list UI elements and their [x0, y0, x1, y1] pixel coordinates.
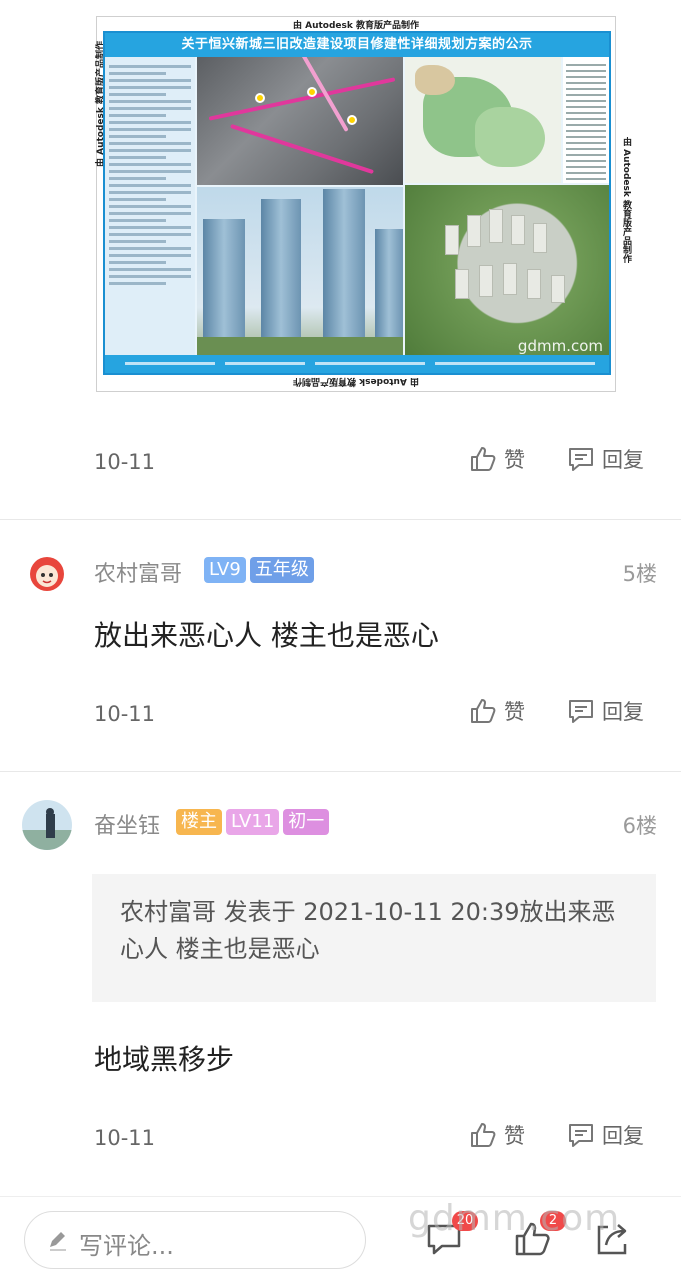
thumbs-up-icon — [471, 699, 496, 723]
thumbs-up-icon — [471, 447, 496, 471]
poster-title: 关于恒兴新城三旧改造建设项目修建性详细规划方案的公示 — [105, 33, 609, 57]
pencil-icon — [50, 1232, 66, 1251]
comment-header: 农村富哥 LV9 五年级 5楼 — [0, 546, 681, 606]
comment-content: 放出来恶心人 楼主也是恶心 — [94, 619, 439, 652]
reply-label: 回复 — [602, 448, 644, 472]
comment-icon — [569, 1124, 593, 1147]
poster-tower-rendering — [197, 187, 403, 359]
level-badge: LV9 — [204, 557, 246, 583]
poster-site-plan — [405, 57, 561, 183]
floor-number: 5楼 — [622, 562, 657, 586]
comment-icon — [569, 448, 593, 471]
like-button[interactable]: 赞 — [468, 444, 525, 474]
avatar[interactable] — [22, 800, 72, 850]
poster-content: 关于恒兴新城三旧改造建设项目修建性详细规划方案的公示 gdmm.com — [103, 31, 611, 375]
comment-date: 10-11 — [94, 1126, 156, 1150]
avatar[interactable] — [22, 548, 72, 598]
poster-footer — [105, 355, 609, 373]
divider — [0, 771, 681, 772]
divider — [0, 519, 681, 520]
reply-label: 回复 — [602, 700, 644, 724]
like-button[interactable]: 赞 — [468, 696, 525, 726]
like-label: 赞 — [504, 1124, 525, 1148]
reply-button[interactable]: 回复 — [566, 444, 644, 474]
like-label: 赞 — [504, 700, 525, 724]
poster-ad-text-right: 由 Autodesk 教育版产品制作 — [621, 137, 631, 264]
poster-location-map — [197, 57, 403, 185]
comment-input[interactable]: 写评论... — [24, 1211, 366, 1269]
username[interactable]: 奋坐钰 — [94, 808, 160, 840]
comment-header: 奋坐钰 楼主 LV11 初一 6楼 — [0, 798, 681, 858]
user-badges: 楼主 LV11 初一 — [176, 809, 330, 835]
quoted-reply[interactable]: 农村富哥 发表于 2021-10-11 20:39放出来恶心人 楼主也是恶心 — [92, 874, 656, 1002]
grade-badge: 初一 — [283, 809, 330, 835]
comment-icon — [569, 700, 593, 723]
comment-meta-row: 10-11 赞 回复 — [0, 684, 681, 744]
username[interactable]: 农村富哥 — [94, 556, 182, 588]
poster-ad-text-bottom: 由 Autodesk 教育版产品制作 — [293, 376, 420, 386]
post-meta-row: 10-11 赞 回复 — [0, 432, 681, 492]
reply-button[interactable]: 回复 — [566, 1120, 644, 1150]
user-badges: LV9 五年级 — [204, 557, 314, 583]
op-badge: 楼主 — [176, 809, 222, 835]
like-label: 赞 — [504, 448, 525, 472]
level-badge: LV11 — [226, 809, 280, 835]
poster-ad-text-top: 由 Autodesk 教育版产品制作 — [292, 21, 419, 31]
grade-badge: 五年级 — [249, 557, 314, 583]
poster-aerial-rendering: gdmm.com — [405, 185, 609, 359]
poster-notice-text — [105, 57, 195, 355]
site-watermark: gdmm.com — [408, 1198, 621, 1239]
comment-meta-row: 10-11 赞 回复 — [0, 1108, 681, 1168]
floor-number: 6楼 — [622, 814, 657, 838]
reply-button[interactable]: 回复 — [566, 696, 644, 726]
comment-date: 10-11 — [94, 702, 156, 726]
like-button[interactable]: 赞 — [468, 1120, 525, 1150]
image-watermark: gdmm.com — [517, 337, 603, 355]
comment-placeholder: 写评论... — [79, 1232, 174, 1260]
poster-frame: 由 Autodesk 教育版产品制作 由 Autodesk 教育版产品制作 由 … — [96, 16, 631, 392]
thumbs-up-icon — [471, 1123, 496, 1147]
post-image[interactable]: 由 Autodesk 教育版产品制作 由 Autodesk 教育版产品制作 由 … — [0, 0, 681, 420]
comment-content: 地域黑移步 — [94, 1043, 235, 1076]
post-date: 10-11 — [94, 450, 156, 474]
reply-label: 回复 — [602, 1124, 644, 1148]
poster-legend-table — [563, 57, 609, 183]
